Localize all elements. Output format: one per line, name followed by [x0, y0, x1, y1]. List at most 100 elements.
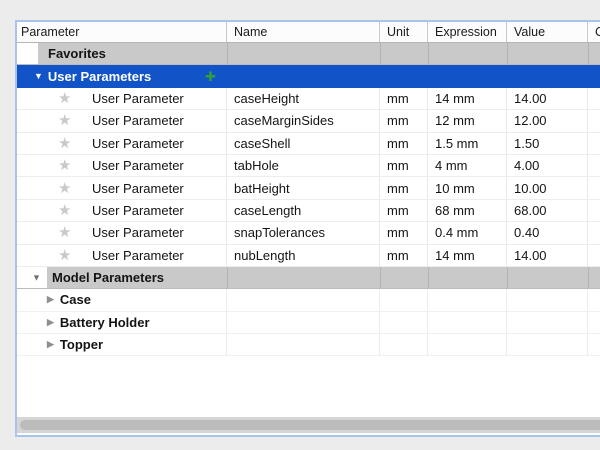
value-cell[interactable]: 10.00	[507, 177, 588, 198]
unit-cell[interactable]: mm	[380, 110, 428, 131]
expander-collapsed-icon[interactable]: ▶	[47, 340, 54, 349]
group-cell: ▶Topper	[17, 334, 227, 355]
favorite-star-icon[interactable]: ★	[58, 248, 78, 263]
unit-cell[interactable]: mm	[380, 133, 428, 154]
expander-expanded-icon[interactable]: ▼	[32, 273, 41, 282]
unit-cell[interactable]: mm	[380, 88, 428, 109]
scrollbar-thumb[interactable]	[20, 420, 600, 430]
name-cell[interactable]: tabHole	[227, 155, 380, 176]
expander-expanded-icon[interactable]: ▼	[34, 72, 43, 81]
table-row[interactable]: ★ User Parameter nubLengthmm14 mm14.00	[17, 245, 600, 267]
parameter-type-label: User Parameter	[92, 248, 184, 263]
comment-cell[interactable]	[588, 200, 600, 221]
user-parameters-label: User Parameters	[48, 69, 151, 84]
table-row[interactable]: ★ User Parameter caseMarginSidesmm12 mm12.…	[17, 110, 600, 132]
model-group-row[interactable]: ▶ Battery Holder	[17, 312, 600, 334]
expression-cell[interactable]: 68 mm	[428, 200, 507, 221]
column-header-unit[interactable]: Unit	[380, 22, 428, 42]
favorite-star-icon[interactable]: ★	[58, 203, 78, 218]
unit-cell[interactable]: mm	[380, 155, 428, 176]
favorite-star-icon[interactable]: ★	[58, 225, 78, 240]
column-header-parameter[interactable]: Parameter	[17, 22, 227, 42]
parameter-type-label: User Parameter	[92, 91, 184, 106]
name-cell	[227, 289, 380, 310]
comment-cell[interactable]	[588, 110, 600, 131]
comment-cell[interactable]	[588, 88, 600, 109]
name-cell[interactable]: caseHeight	[227, 88, 380, 109]
group-label: Battery Holder	[60, 315, 150, 330]
favorites-section-row[interactable]: Favorites	[17, 43, 600, 65]
unit-cell[interactable]: mm	[380, 245, 428, 266]
parameters-dialog-background: Parameter Name Unit Expression Value C F…	[0, 0, 600, 450]
comment-cell[interactable]	[588, 177, 600, 198]
expander-collapsed-icon[interactable]: ▶	[47, 295, 54, 304]
expression-cell	[428, 334, 507, 355]
expression-cell	[428, 312, 507, 333]
group-cell: ▶ Battery Holder	[17, 312, 227, 333]
comment-cell[interactable]	[588, 222, 600, 243]
model-group-row[interactable]: ▶Case	[17, 289, 600, 311]
parameters-table: Parameter Name Unit Expression Value C F…	[15, 20, 600, 437]
expression-cell[interactable]: 14 mm	[428, 245, 507, 266]
value-cell[interactable]: 12.00	[507, 110, 588, 131]
parameter-cell: ★ User Parameter	[17, 245, 227, 266]
name-cell[interactable]: caseMarginSides	[227, 110, 380, 131]
table-row[interactable]: ★User ParametersnapTolerancesmm0.4 mm0.4…	[17, 222, 600, 244]
expression-cell[interactable]: 0.4 mm	[428, 222, 507, 243]
scrollbar-track[interactable]	[17, 417, 600, 433]
name-cell	[227, 312, 380, 333]
value-cell[interactable]: 68.00	[507, 200, 588, 221]
column-header-expression[interactable]: Expression	[428, 22, 507, 42]
table-row[interactable]: ★ User Parameter caseShellmm1.5 mm1.50	[17, 133, 600, 155]
expression-cell[interactable]: 14 mm	[428, 88, 507, 109]
expression-cell[interactable]: 1.5 mm	[428, 133, 507, 154]
column-header-value[interactable]: Value	[507, 22, 588, 42]
group-cell: ▶Case	[17, 289, 227, 310]
favorite-star-icon[interactable]: ★	[58, 136, 78, 151]
name-cell[interactable]: caseLength	[227, 200, 380, 221]
horizontal-scrollbar	[17, 415, 600, 435]
name-cell[interactable]: nubLength	[227, 245, 380, 266]
name-cell	[227, 334, 380, 355]
unit-cell	[380, 312, 428, 333]
favorite-star-icon[interactable]: ★	[58, 91, 78, 106]
value-cell[interactable]: 4.00	[507, 155, 588, 176]
name-cell[interactable]: batHeight	[227, 177, 380, 198]
unit-cell[interactable]: mm	[380, 177, 428, 198]
model-group-row[interactable]: ▶Topper	[17, 334, 600, 356]
table-row[interactable]: ★ User Parameter caseHeightmm14 mm14.00	[17, 88, 600, 110]
parameter-cell: ★ User Parameter	[17, 133, 227, 154]
parameter-type-label: User Parameter	[92, 203, 184, 218]
table-row[interactable]: ★User ParameterbatHeightmm10 mm10.00	[17, 177, 600, 199]
unit-cell[interactable]: mm	[380, 200, 428, 221]
table-empty-area	[17, 356, 600, 415]
parameter-type-label: User Parameter	[92, 113, 184, 128]
column-header-name[interactable]: Name	[227, 22, 380, 42]
comment-cell[interactable]	[588, 155, 600, 176]
expression-cell[interactable]: 10 mm	[428, 177, 507, 198]
add-parameter-icon[interactable]: ✚	[205, 70, 216, 83]
comment-cell[interactable]	[588, 133, 600, 154]
table-row[interactable]: ★User ParametertabHolemm4 mm4.00	[17, 155, 600, 177]
value-cell	[507, 334, 588, 355]
favorite-star-icon[interactable]: ★	[58, 158, 78, 173]
comment-cell[interactable]	[588, 245, 600, 266]
unit-cell	[380, 289, 428, 310]
value-cell[interactable]: 1.50	[507, 133, 588, 154]
model-parameters-section-row[interactable]: ▼ Model Parameters	[17, 267, 600, 289]
favorite-star-icon[interactable]: ★	[58, 113, 78, 128]
column-header-comments[interactable]: C	[588, 22, 600, 42]
unit-cell[interactable]: mm	[380, 222, 428, 243]
expression-cell[interactable]: 4 mm	[428, 155, 507, 176]
favorite-star-icon[interactable]: ★	[58, 181, 78, 196]
value-cell[interactable]: 14.00	[507, 88, 588, 109]
user-parameters-section-row[interactable]: ▼ User Parameters ✚	[17, 65, 600, 87]
value-cell[interactable]: 0.40	[507, 222, 588, 243]
name-cell[interactable]: snapTolerances	[227, 222, 380, 243]
name-cell[interactable]: caseShell	[227, 133, 380, 154]
table-row[interactable]: ★ User Parameter caseLengthmm68 mm68.00	[17, 200, 600, 222]
parameter-type-label: User Parameter	[92, 136, 184, 151]
expander-collapsed-icon[interactable]: ▶	[47, 318, 54, 327]
expression-cell[interactable]: 12 mm	[428, 110, 507, 131]
value-cell[interactable]: 14.00	[507, 245, 588, 266]
